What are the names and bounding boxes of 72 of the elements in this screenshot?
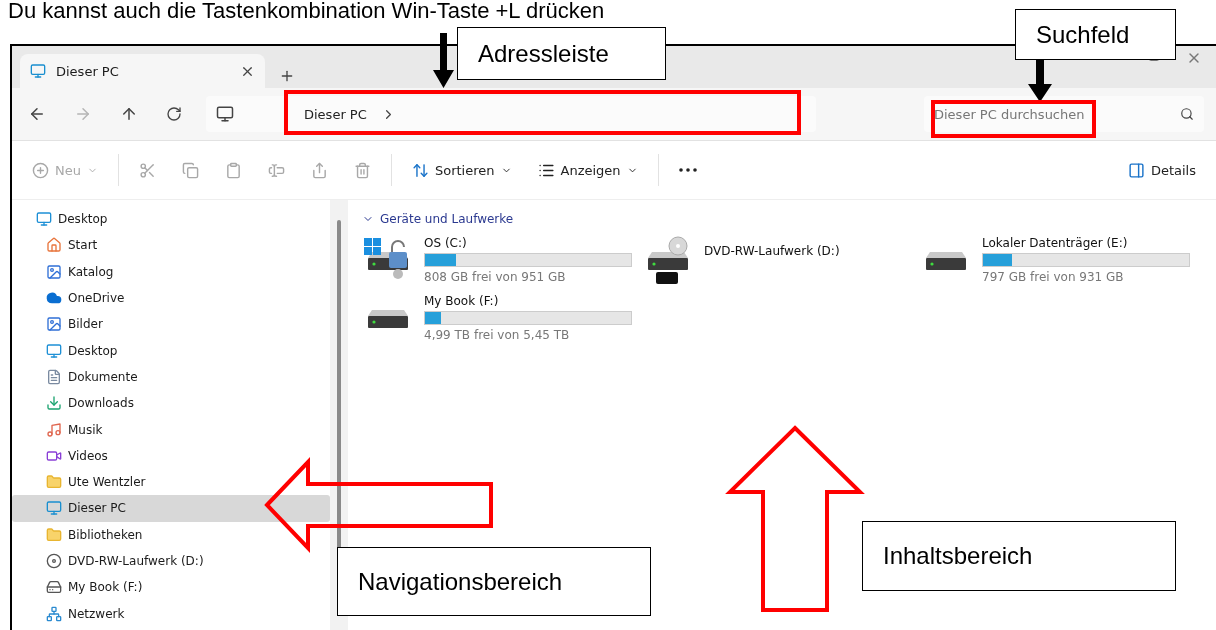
search-field[interactable]: Dieser PC durchsuchen [924, 96, 1204, 132]
pointer-arrow [1028, 60, 1052, 102]
breadcrumb[interactable]: Dieser PC [304, 106, 367, 122]
drive-icon [46, 579, 62, 596]
more-icon [678, 168, 697, 172]
sort-button[interactable]: Sortieren [405, 157, 518, 183]
clipboard-icon [224, 161, 242, 179]
instruction-text: Du kannst auch die Tastenkombination Win-Taste +L drücken [7, 0, 605, 25]
refresh-icon [166, 106, 182, 122]
monitor-icon [216, 105, 234, 123]
sort-icon [411, 161, 429, 179]
drive-tile[interactable]: OS (C:) 808 GB frei von 951 GB [362, 236, 642, 286]
desktop-icon [46, 342, 62, 359]
free-space-text: 808 GB frei von 951 GB [424, 270, 567, 284]
download-icon [46, 395, 62, 412]
drive-name: DVD-RW-Laufwerk (D:) [704, 244, 841, 258]
details-button[interactable]: Details [1121, 157, 1202, 183]
sidebar-item[interactable]: Musik [12, 416, 330, 443]
view-button[interactable]: Anzeigen [531, 157, 644, 183]
drive-name: OS (C:) [424, 236, 468, 250]
drive-name: Lokaler Datenträger (E:) [982, 236, 1129, 250]
sidebar-item[interactable]: Dokumente [12, 363, 330, 391]
rename-icon [267, 161, 285, 179]
callout-label: Inhaltsbereich [862, 521, 1176, 591]
section-header[interactable]: Geräte und Laufwerke [362, 212, 514, 226]
sidebar-item[interactable]: Desktop [12, 337, 330, 364]
arrow-right-icon [74, 105, 92, 123]
callout-label: Navigationsbereich [337, 547, 651, 616]
desktop-icon [36, 211, 52, 228]
picture-icon [46, 316, 62, 333]
sidebar-item[interactable]: Desktop [12, 206, 330, 233]
sidebar-item[interactable]: Start [12, 232, 330, 259]
sidebar-item[interactable]: Katalog [12, 258, 330, 285]
monitor-icon [30, 63, 46, 79]
gallery-icon [46, 263, 62, 280]
network-icon [46, 605, 62, 622]
copy-icon [181, 161, 199, 179]
sidebar-item[interactable]: Bilder [12, 311, 330, 338]
callout-label: Suchfeld [1015, 9, 1176, 60]
window-tab[interactable]: Dieser PC [20, 54, 265, 88]
tab-title: Dieser PC [56, 63, 120, 79]
address-bar[interactable]: Dieser PC [206, 96, 816, 132]
folder-icon [46, 526, 62, 543]
scissors-icon [138, 161, 156, 179]
monitor-icon [46, 500, 62, 517]
home-icon [46, 237, 62, 254]
trash-icon [353, 161, 371, 179]
plus-icon [32, 161, 49, 179]
music-icon [46, 421, 62, 438]
sidebar-item[interactable]: DVD-RW-Laufwerk (D:) [12, 547, 330, 575]
sidebar-item[interactable]: My Book (F:) [12, 574, 330, 601]
document-icon [46, 368, 62, 385]
search-icon [1180, 107, 1194, 121]
plus-icon [279, 68, 295, 84]
share-icon [310, 161, 328, 179]
drive-tile[interactable]: DVD-RW-Laufwerk (D:) [642, 236, 920, 286]
sidebar-item[interactable]: Netzwerk [12, 600, 330, 627]
sidebar-item[interactable]: Downloads [12, 390, 330, 417]
disc-drive-icon [46, 553, 62, 569]
drive-name: My Book (F:) [424, 294, 500, 308]
sidebar-item[interactable]: OneDrive [12, 284, 330, 312]
drive-tile[interactable]: Lokaler Datenträger (E:) 797 GB frei von 931 GB [920, 236, 1200, 286]
sidebar-item[interactable]: Bibliotheken [12, 521, 330, 548]
details-pane-icon [1127, 161, 1145, 179]
free-space-text: 4,99 TB frei von 5,45 TB [424, 328, 571, 342]
sidebar-item[interactable]: Dieser PC [12, 495, 330, 522]
drive-tile[interactable]: My Book (F:) 4,99 TB frei von 5,45 TB [362, 294, 642, 344]
callout-label: Adressleiste [457, 27, 666, 80]
folder-icon [46, 474, 62, 491]
free-space-text: 797 GB frei von 931 GB [982, 270, 1125, 284]
sidebar-item[interactable]: Videos [12, 442, 330, 469]
sidebar-item[interactable]: Ute Wentzler [12, 468, 330, 496]
